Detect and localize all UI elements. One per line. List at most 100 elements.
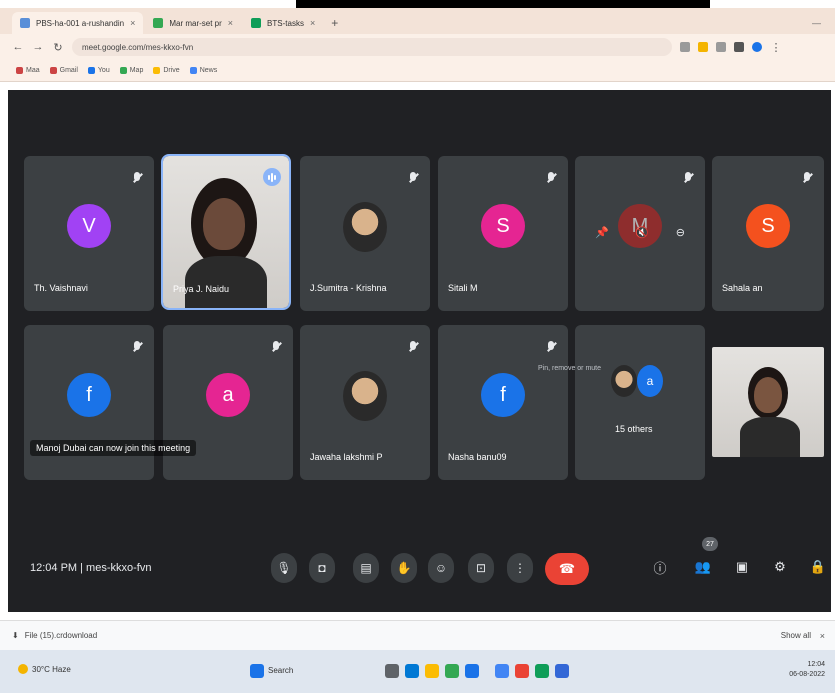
video-shirt — [740, 417, 800, 457]
bookmark-item[interactable]: News — [189, 67, 217, 74]
explorer-icon[interactable] — [425, 664, 439, 678]
edge-icon[interactable] — [405, 664, 419, 678]
present-button[interactable]: ⊡ — [468, 553, 494, 583]
mute-participant-icon[interactable]: 🔇 — [635, 226, 649, 239]
download-file[interactable]: File (15).crdownload — [25, 631, 97, 640]
close-tab-icon[interactable]: × — [130, 18, 135, 28]
chrome-icon[interactable] — [445, 664, 459, 678]
tab-label: BTS-tasks — [267, 18, 304, 28]
weather-widget[interactable]: 30°C Haze — [18, 664, 71, 674]
back-icon[interactable]: ← — [12, 41, 24, 53]
store-icon[interactable] — [495, 664, 509, 678]
participant-tile[interactable]: S Sitali M — [438, 156, 568, 311]
reload-icon[interactable]: ↻ — [52, 41, 64, 54]
task-view-icon[interactable] — [385, 664, 399, 678]
start-icon[interactable] — [250, 664, 264, 678]
more-options-icon: ⋮ — [514, 561, 526, 575]
participant-tile[interactable]: V Th. Vaishnavi — [24, 156, 154, 311]
extension-icon[interactable] — [716, 42, 726, 52]
close-tab-icon[interactable]: × — [310, 18, 315, 28]
tab-favicon-icon — [153, 18, 164, 28]
new-tab-icon[interactable]: + — [331, 12, 338, 34]
extension-icon[interactable] — [698, 42, 708, 52]
menu-icon[interactable]: ⋮ — [770, 41, 782, 54]
host-controls-button[interactable]: 🔒 — [808, 557, 828, 577]
tab-favicon-icon — [20, 18, 30, 28]
participant-tile[interactable]: J.Sumitra - Krishna — [300, 156, 430, 311]
chat-icon: ▣ — [735, 559, 749, 574]
system-tray-clock[interactable]: 12:04 06-08-2022 — [789, 660, 825, 680]
mic-button[interactable]: 🎙 — [271, 553, 297, 583]
activities-icon: ⚙ — [774, 559, 786, 574]
participant-tile-speaking[interactable]: Priya J. Naidu — [161, 154, 291, 310]
info-button[interactable]: ⓘ — [650, 557, 670, 577]
bookmark-item[interactable]: Map — [119, 67, 143, 74]
app-icon[interactable] — [515, 664, 529, 678]
others-avatars: a — [611, 365, 671, 405]
download-bar: ⬇ File (15).crdownload Show all × — [0, 620, 835, 650]
avatar — [343, 202, 387, 252]
bookmark-item[interactable]: Maa — [16, 67, 40, 74]
bookmark-item[interactable]: You — [87, 67, 110, 74]
people-icon: 👥 — [694, 559, 712, 574]
participant-tile[interactable]: Jawaha lakshmi P — [300, 325, 430, 480]
remove-icon[interactable]: ⊖ — [676, 226, 685, 239]
taskbar-search[interactable]: Search — [268, 666, 293, 675]
extension-icon[interactable] — [734, 42, 744, 52]
raise-hand-button[interactable]: ✋ — [391, 553, 417, 583]
app-icon[interactable] — [535, 664, 549, 678]
avatar: V — [67, 204, 111, 248]
bookmark-item[interactable]: Drive — [153, 67, 180, 74]
participant-tile-hover[interactable]: M 📌 🔇 ⊖ — [575, 156, 705, 311]
participant-name: Sitali M — [448, 283, 478, 293]
present-icon: ⊡ — [475, 561, 487, 575]
browser-tab-bar: PBS-ha-001 a-rushandin × Mar mar-set pr … — [0, 8, 835, 34]
leave-call-button[interactable]: ☎ — [545, 553, 589, 585]
others-tile[interactable]: a 15 others — [575, 325, 705, 480]
hangup-icon: ☎ — [558, 561, 576, 576]
minimize-icon[interactable]: — — [812, 18, 821, 28]
bookmark-icon — [153, 67, 161, 74]
more-options-button[interactable]: ⋮ — [507, 553, 533, 583]
hover-tooltip: Pin, remove or mute — [538, 365, 602, 372]
people-button[interactable]: 👥 — [693, 557, 713, 577]
captions-icon: ▤ — [360, 561, 372, 575]
participant-tile[interactable]: S Sahala an — [712, 156, 824, 311]
bookmark-icon — [119, 67, 127, 74]
windows-taskbar: 30°C Haze Search 12:04 06-08-2022 — [0, 650, 835, 693]
video-shirt — [185, 256, 267, 308]
bookmark-item[interactable]: Gmail — [49, 67, 78, 74]
participant-tile[interactable]: f Nasha banu09 — [438, 325, 568, 480]
extension-icon[interactable] — [680, 42, 690, 52]
emoji-icon: ☺ — [434, 561, 448, 575]
activities-button[interactable]: ⚙ — [770, 557, 790, 577]
captions-button[interactable]: ▤ — [353, 553, 379, 583]
browser-tab[interactable]: Mar mar-set pr × — [145, 12, 241, 34]
bookmark-icon — [189, 67, 197, 74]
participant-tile[interactable]: a — [163, 325, 293, 480]
show-all-button[interactable]: Show all — [781, 631, 811, 640]
browser-tab[interactable]: PBS-ha-001 a-rushandin × — [12, 12, 144, 34]
muted-mic-icon — [132, 341, 142, 355]
participant-name: Jawaha lakshmi P — [310, 452, 383, 462]
host-controls-icon: 🔒 — [809, 559, 827, 574]
muted-mic-icon — [271, 341, 281, 355]
close-tab-icon[interactable]: × — [228, 18, 233, 28]
emoji-button[interactable]: ☺ — [428, 553, 454, 583]
pin-icon[interactable]: 📌 — [595, 226, 609, 239]
video-face — [754, 377, 782, 413]
forward-icon[interactable]: → — [32, 41, 44, 53]
avatar: a — [206, 373, 250, 417]
muted-mic-icon — [802, 172, 812, 186]
chat-button[interactable]: ▣ — [732, 557, 752, 577]
participant-tile[interactable]: f — [24, 325, 154, 480]
self-video-tile[interactable] — [712, 347, 824, 457]
url-input[interactable]: meet.google.com/mes-kkxo-fvn — [72, 38, 672, 56]
meet-stage: V Th. Vaishnavi Priya J. Naidu J.Sumitra… — [8, 90, 831, 612]
browser-tab[interactable]: BTS-tasks × — [243, 12, 323, 34]
mail-icon[interactable] — [465, 664, 479, 678]
close-download-bar-icon[interactable]: × — [820, 631, 825, 641]
profile-icon[interactable] — [752, 42, 762, 52]
camera-button[interactable]: ◘ — [309, 553, 335, 583]
app-icon[interactable] — [555, 664, 569, 678]
